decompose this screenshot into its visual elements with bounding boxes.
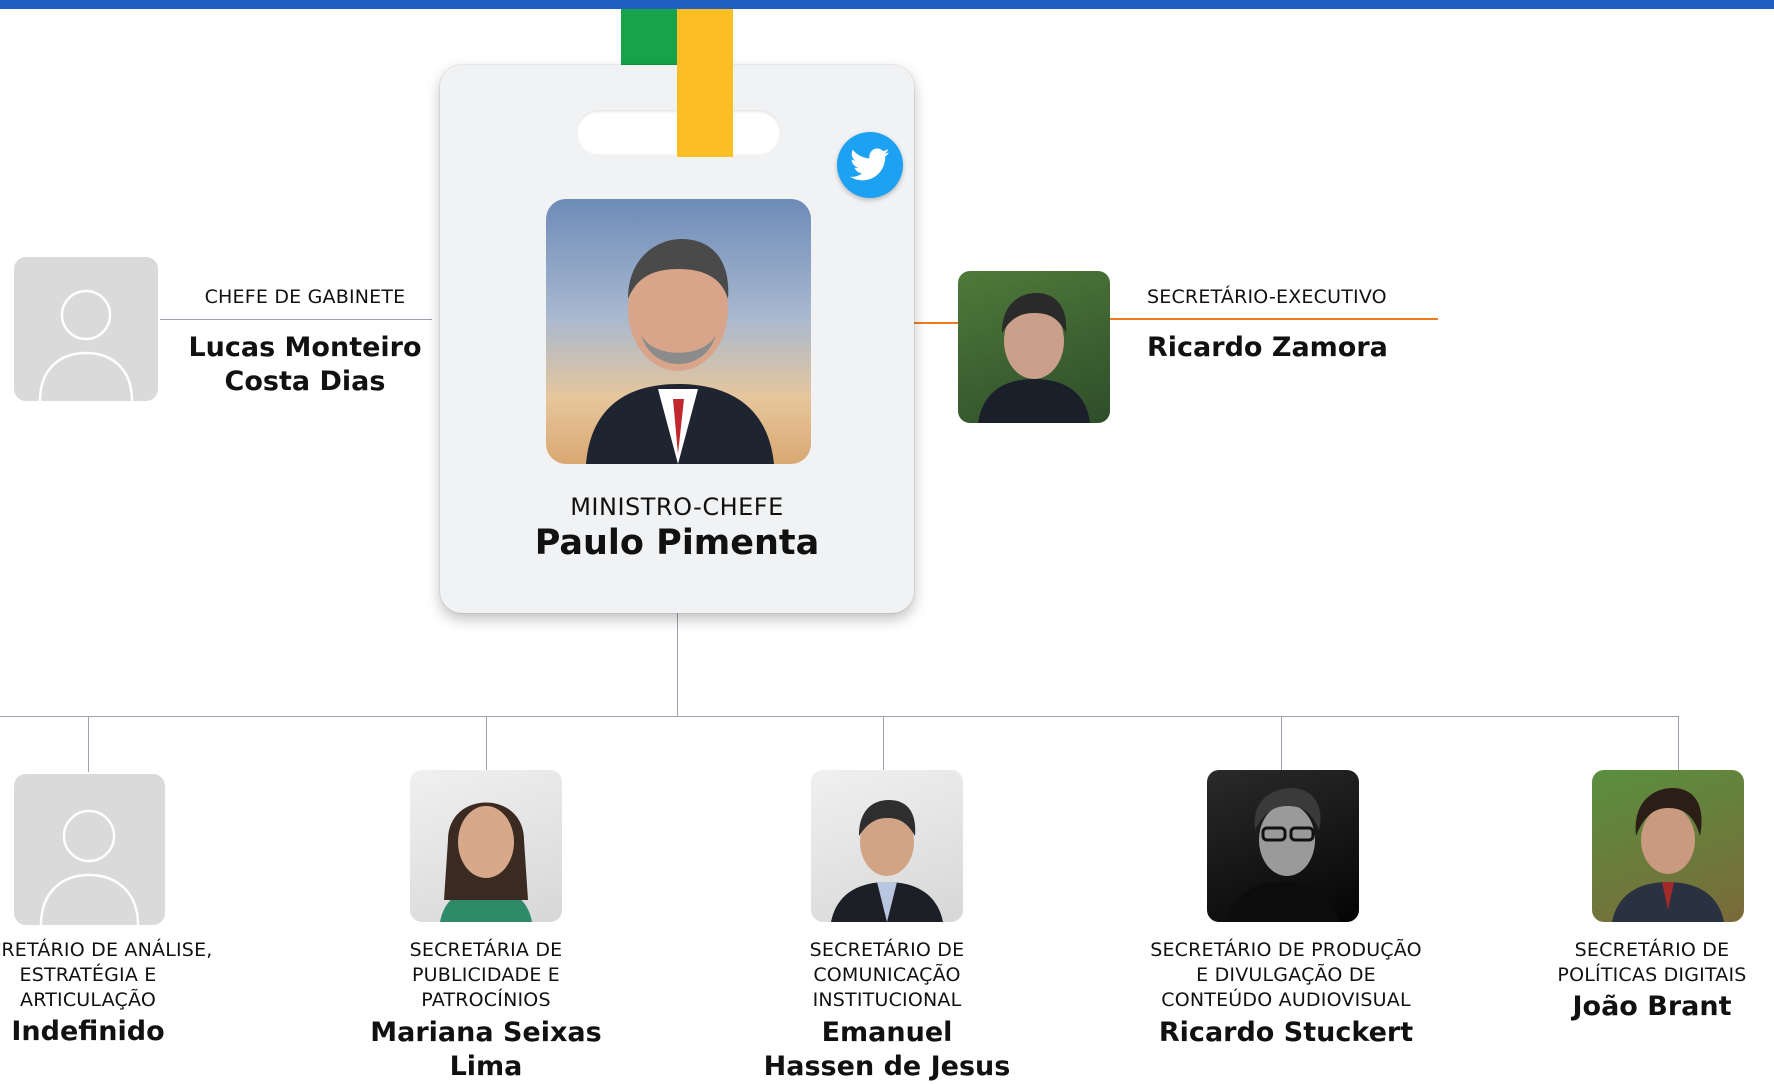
lanyard-strap-yellow xyxy=(677,9,733,157)
secretary-2-name-line1: Mariana Seixas xyxy=(370,1017,602,1048)
person-placeholder-icon xyxy=(39,809,140,925)
secretary-3-name-line1: Emanuel xyxy=(821,1017,953,1048)
top-accent-bar xyxy=(0,0,1774,9)
secretary-2-photo xyxy=(410,770,562,922)
secretary-1-title-line2: ESTRATÉGIA E xyxy=(19,964,157,986)
connector-trunk xyxy=(677,613,678,717)
chief-of-staff-name-line2: Costa Dias xyxy=(224,366,386,397)
secretary-5-title-line1: SECRETÁRIO DE xyxy=(1574,939,1730,961)
chief-of-staff-title: CHEFE DE GABINETE xyxy=(204,286,406,308)
twitter-icon[interactable] xyxy=(837,132,903,198)
connector-chief-of-staff xyxy=(160,319,432,320)
secretary-2-title-line2: PUBLICIDADE E xyxy=(411,964,561,986)
secretary-1-title-line3: ARTICULAÇÃO xyxy=(20,989,156,1011)
executive-secretary-photo xyxy=(958,271,1110,423)
connector-sec2 xyxy=(486,716,487,772)
connector-sec3 xyxy=(883,716,884,772)
secretary-4-title-line1: SECRETÁRIO DE PRODUÇÃO xyxy=(1150,939,1422,961)
connector-sec5 xyxy=(1678,716,1679,772)
connector-horizontal-bus xyxy=(0,716,1678,717)
secretary-2-title-line3: PATROCÍNIOS xyxy=(421,989,551,1011)
secretary-3-title-line2: COMUNICAÇÃO xyxy=(813,964,961,986)
secretary-5-photo xyxy=(1592,770,1744,922)
secretary-4-title-line2: E DIVULGAÇÃO DE xyxy=(1196,964,1376,986)
secretary-3-title-line1: SECRETÁRIO DE xyxy=(809,939,965,961)
minister-photo xyxy=(546,199,811,464)
secretary-2-title-line1: SECRETÁRIA DE xyxy=(409,939,563,961)
secretary-1-photo-placeholder xyxy=(14,774,165,925)
secretary-1-title-line1: SECRETÁRIO DE ANÁLISE, xyxy=(0,939,213,961)
secretary-4-name: Ricardo Stuckert xyxy=(1158,1017,1414,1048)
minister-title: MINISTRO-CHEFE xyxy=(570,493,784,521)
executive-secretary-title: SECRETÁRIO-EXECUTIVO xyxy=(1147,286,1387,308)
connector-sec1 xyxy=(88,716,89,772)
secretary-3-name-line2: Hassen de Jesus xyxy=(763,1051,1011,1082)
secretary-2-name-line2: Lima xyxy=(449,1051,523,1082)
chief-of-staff-photo-placeholder xyxy=(14,257,158,401)
connector-executive-secretary-underline xyxy=(1110,318,1438,320)
secretary-1-name: Indefinido xyxy=(11,1016,165,1047)
person-placeholder-icon xyxy=(38,289,134,401)
connector-executive-secretary xyxy=(913,322,958,324)
secretary-5-name: João Brant xyxy=(1572,991,1732,1022)
executive-secretary-name: Ricardo Zamora xyxy=(1147,332,1388,363)
secretary-4-photo xyxy=(1207,770,1359,922)
secretary-3-photo xyxy=(811,770,963,922)
secretary-5-title-line2: POLÍTICAS DIGITAIS xyxy=(1557,964,1747,986)
connector-sec4 xyxy=(1281,716,1282,772)
minister-name: Paulo Pimenta xyxy=(534,523,820,563)
secretary-3-title-line3: INSTITUCIONAL xyxy=(812,989,962,1011)
chief-of-staff-name-line1: Lucas Monteiro xyxy=(188,332,422,363)
secretary-4-title-line3: CONTEÚDO AUDIOVISUAL xyxy=(1161,989,1411,1011)
